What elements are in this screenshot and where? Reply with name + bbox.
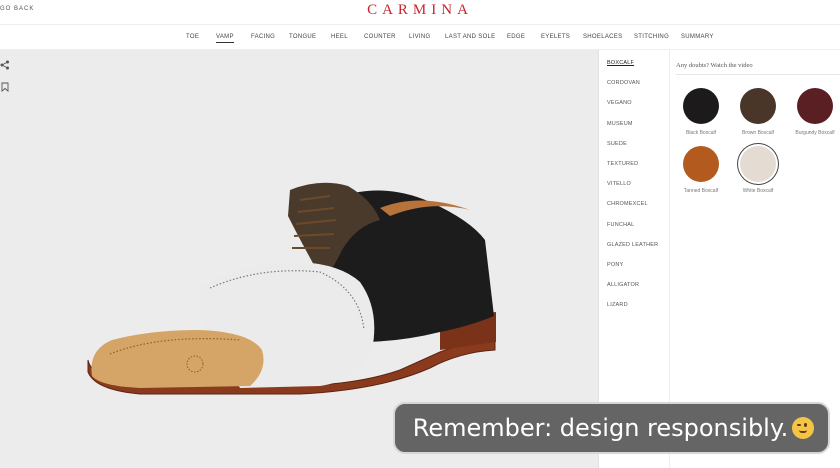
- material-glazed-leather[interactable]: GLAZED LEATHER: [607, 242, 658, 248]
- caption-overlay: Remember: design responsibly.: [393, 402, 830, 454]
- step-tab-summary[interactable]: SUMMARY: [681, 34, 714, 40]
- divider: [676, 74, 840, 75]
- color-swatch[interactable]: [740, 146, 776, 182]
- material-boxcalf[interactable]: BOXCALF: [607, 60, 634, 66]
- color-swatch-label: White Boxcalf: [742, 188, 774, 194]
- winking-face-icon: [792, 417, 815, 439]
- material-pony[interactable]: PONY: [607, 262, 623, 268]
- material-textured[interactable]: TEXTURED: [607, 161, 638, 167]
- design-steps-nav: TOE VAMP FACING TONGUE HEEL COUNTER LIVING LAST…: [0, 24, 840, 50]
- color-swatch[interactable]: [683, 88, 719, 124]
- material-alligator[interactable]: ALLIGATOR: [607, 282, 639, 288]
- step-tab-living[interactable]: LIVING: [409, 34, 430, 40]
- step-tab-counter[interactable]: COUNTER: [364, 34, 396, 40]
- color-swatch-label: Brown Boxcalf: [742, 130, 774, 136]
- color-swatch[interactable]: [797, 88, 833, 124]
- step-tab-last-and-sole[interactable]: LAST AND SOLE: [445, 34, 495, 40]
- step-tab-tongue[interactable]: TONGUE: [289, 34, 316, 40]
- step-tab-vamp[interactable]: VAMP: [216, 34, 234, 43]
- material-lizard[interactable]: LIZARD: [607, 302, 628, 308]
- material-museum[interactable]: MUSEUM: [607, 121, 633, 127]
- top-bar: GO BACK CARMINA: [0, 0, 840, 24]
- color-option[interactable]: Tanned Boxcalf: [676, 146, 726, 210]
- step-tab-facing[interactable]: FACING: [251, 34, 275, 40]
- color-swatch-label: Black Boxcalf: [685, 130, 716, 136]
- step-tab-edge[interactable]: EDGE: [507, 34, 525, 40]
- color-option[interactable]: White Boxcalf: [733, 146, 783, 210]
- color-swatch-label: Tanned Boxcalf: [683, 188, 719, 194]
- brand-logo[interactable]: CARMINA: [0, 2, 840, 19]
- step-tab-toe[interactable]: TOE: [186, 34, 199, 40]
- color-option[interactable]: Brown Boxcalf: [733, 88, 783, 152]
- material-suede[interactable]: SUEDE: [607, 141, 627, 147]
- color-swatch-label: Burgundy Boxcalf: [795, 130, 835, 136]
- step-tab-eyelets[interactable]: EYELETS: [541, 34, 570, 40]
- color-option[interactable]: Black Boxcalf: [676, 88, 726, 152]
- color-option[interactable]: Burgundy Boxcalf: [790, 88, 840, 152]
- material-vegano[interactable]: VEGANO: [607, 100, 632, 106]
- step-tab-heel[interactable]: HEEL: [331, 34, 348, 40]
- color-swatch[interactable]: [683, 146, 719, 182]
- shoe-toe-cap: [91, 330, 264, 388]
- caption-message: Remember: design responsibly.: [412, 414, 789, 442]
- caption-text: Remember: design responsibly.: [395, 414, 832, 442]
- step-tab-shoelaces[interactable]: SHOELACES: [583, 34, 622, 40]
- material-vitello[interactable]: VITELLO: [607, 181, 631, 187]
- material-chromexcel[interactable]: CHROMEXCEL: [607, 201, 648, 207]
- material-cordovan[interactable]: CORDOVAN: [607, 80, 640, 86]
- color-swatch[interactable]: [740, 88, 776, 124]
- step-tab-stitching[interactable]: STITCHING: [634, 34, 669, 40]
- help-video-link[interactable]: Any doubts? Watch the video: [676, 62, 753, 69]
- material-funchal[interactable]: FUNCHAL: [607, 222, 634, 228]
